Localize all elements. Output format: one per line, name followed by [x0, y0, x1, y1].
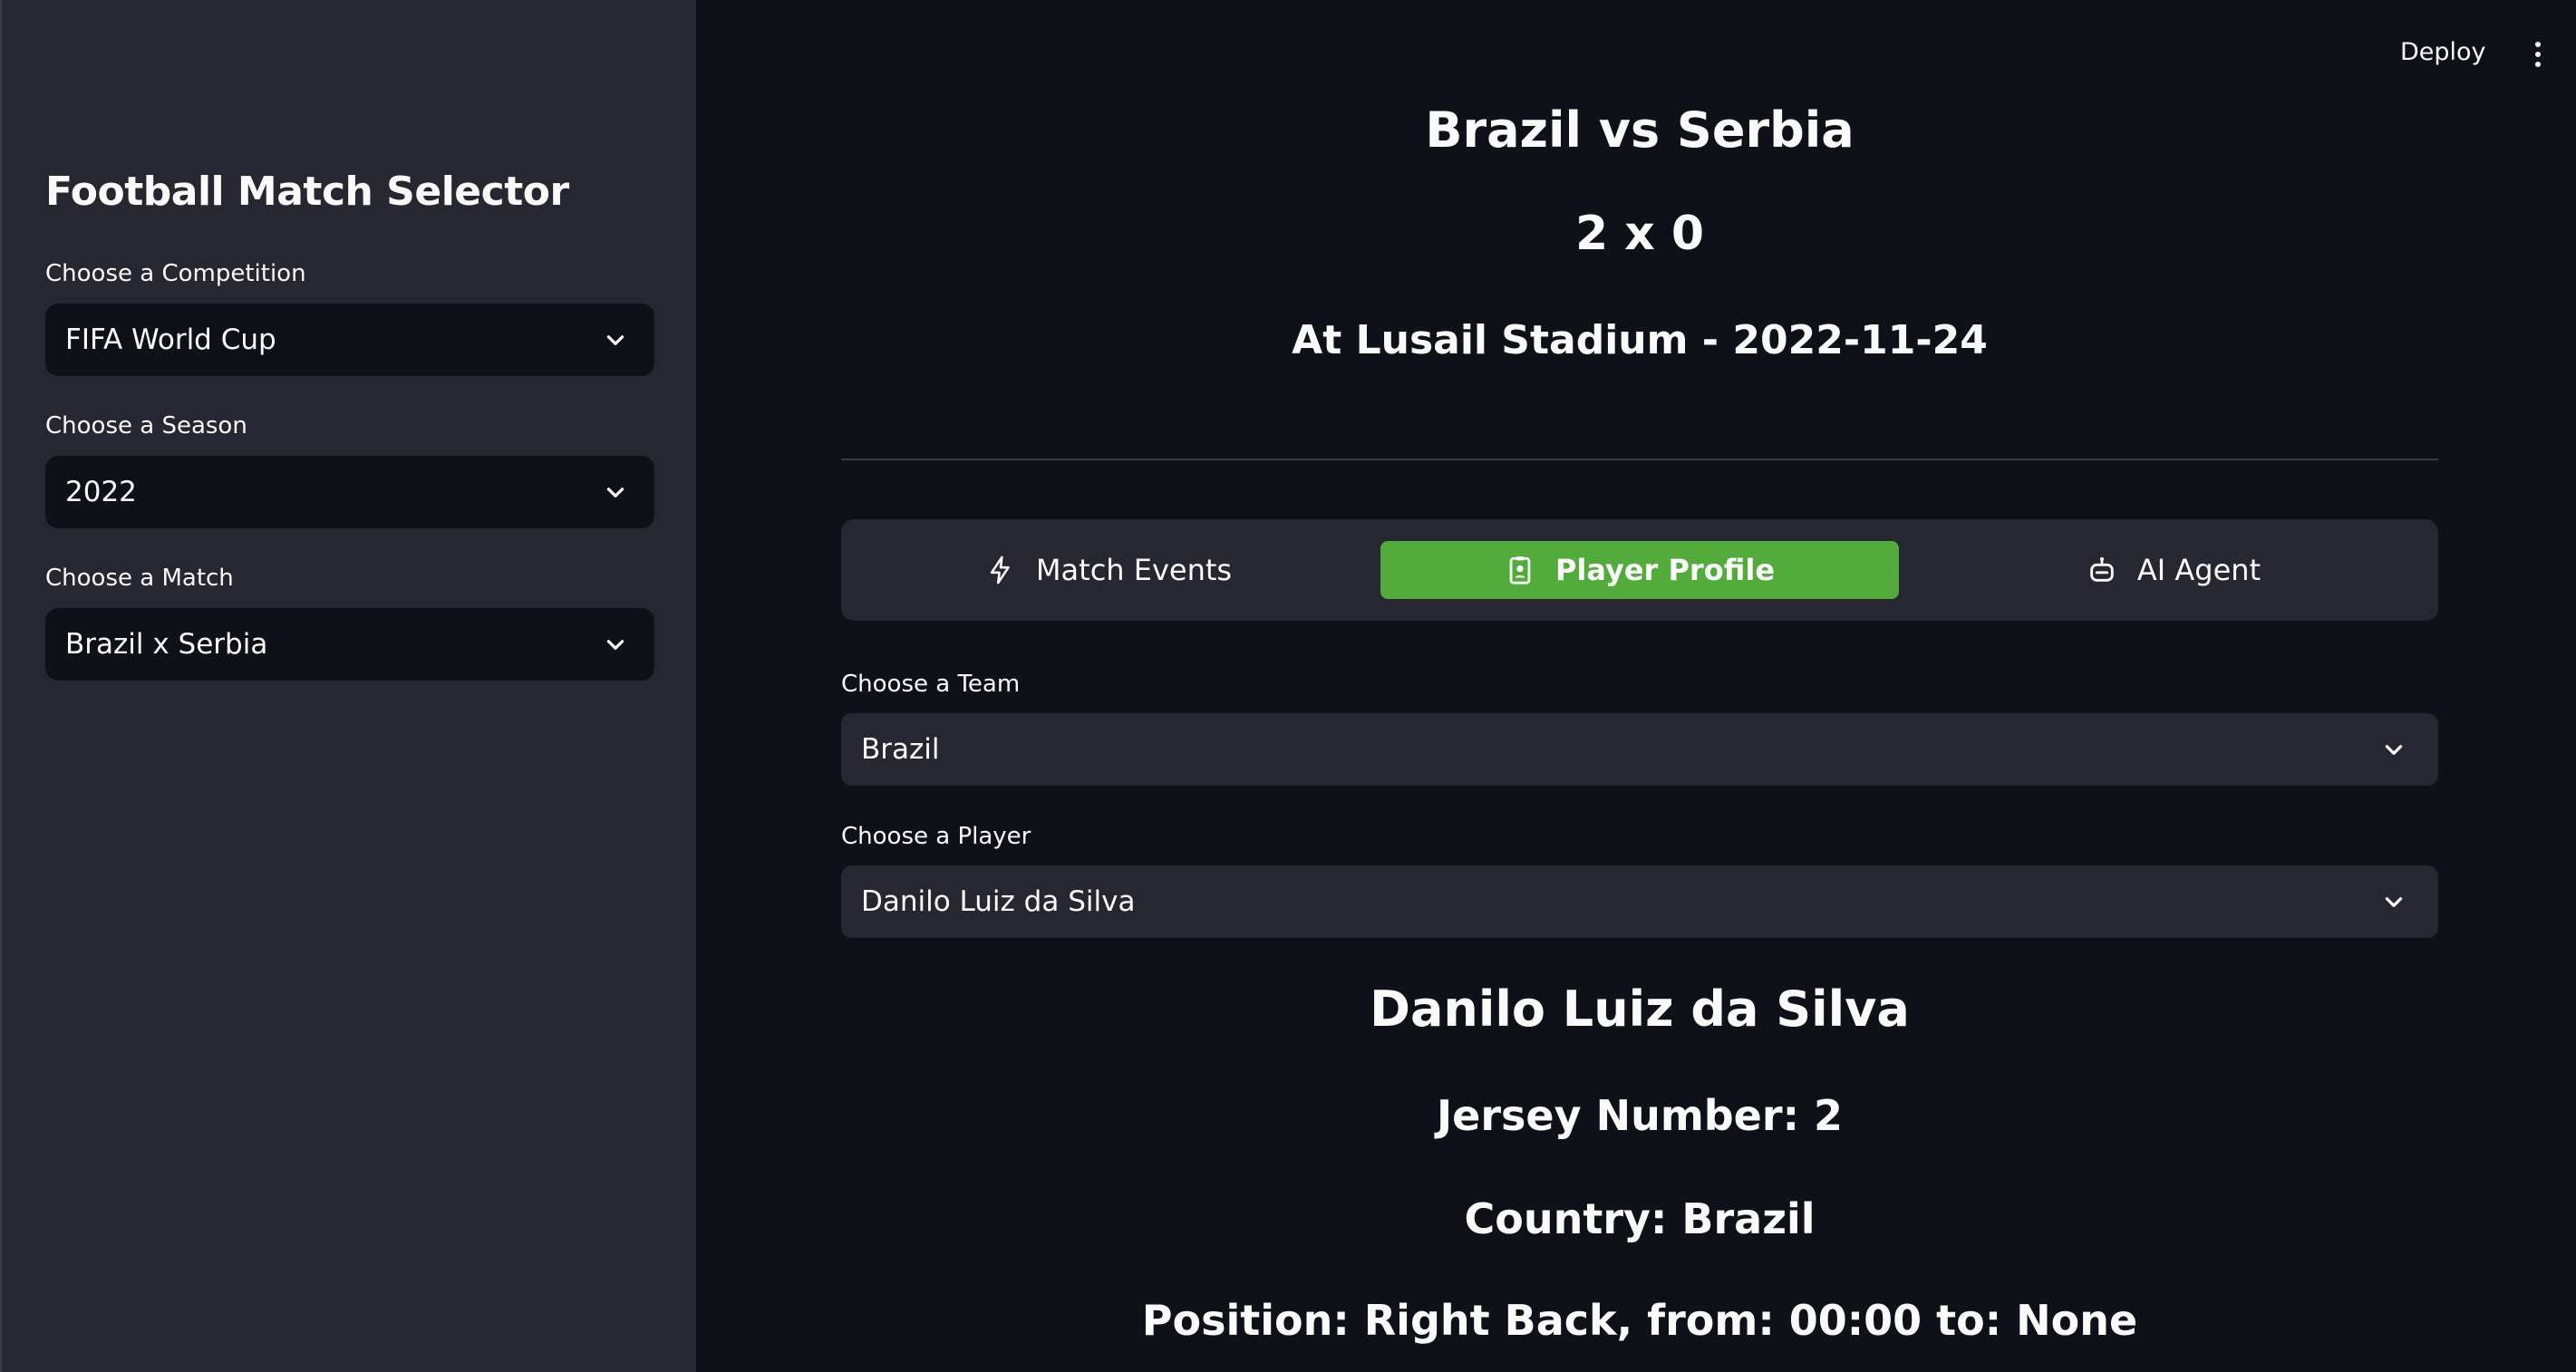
chevron-down-icon — [2385, 745, 2403, 755]
team-value: Brazil — [861, 733, 940, 766]
player-country: Country: Brazil — [1464, 1194, 1816, 1243]
match-select[interactable]: Brazil x Serbia — [45, 608, 654, 681]
tab-match-events[interactable]: Match Events — [977, 541, 1240, 599]
chevron-down-icon — [606, 640, 625, 650]
season-value: 2022 — [65, 476, 137, 508]
robot-icon — [2090, 556, 2114, 582]
app-root: Football Match Selector Choose a Competi… — [0, 0, 2576, 1372]
deploy-button[interactable]: Deploy — [2400, 38, 2486, 66]
chevron-down-icon — [606, 488, 625, 498]
kebab-menu-icon[interactable] — [2531, 40, 2545, 69]
player-value: Danilo Luiz da Silva — [861, 885, 1136, 918]
player-jersey: Jersey Number: 2 — [1437, 1091, 1843, 1140]
match-venue: At Lusail Stadium - 2022-11-24 — [1292, 317, 1988, 363]
tab-label: Player Profile — [1554, 553, 1776, 587]
tab-label: Match Events — [1035, 553, 1233, 587]
competition-value: FIFA World Cup — [65, 324, 276, 356]
tab-bar: Match Events Player Profile AI Agent — [841, 519, 2438, 621]
tab-label: AI Agent — [2136, 553, 2261, 587]
tab-player-profile[interactable]: Player Profile — [1380, 541, 1899, 599]
competition-label: Choose a Competition — [45, 260, 306, 287]
player-position: Position: Right Back, from: 00:00 to: No… — [1141, 1296, 2138, 1345]
chevron-down-icon — [2385, 897, 2403, 907]
tab-ai-agent[interactable]: AI Agent — [2065, 541, 2282, 599]
team-label: Choose a Team — [841, 671, 1021, 698]
lightning-icon — [990, 556, 1010, 585]
divider — [841, 459, 2438, 460]
chevron-down-icon — [606, 335, 625, 345]
player-select[interactable]: Danilo Luiz da Silva — [841, 865, 2438, 938]
id-badge-icon — [1509, 556, 1531, 585]
player-name: Danilo Luiz da Silva — [1370, 981, 1910, 1038]
match-title: Brazil vs Serbia — [1425, 101, 1855, 159]
competition-select[interactable]: FIFA World Cup — [45, 304, 654, 376]
sidebar-title: Football Match Selector — [45, 169, 569, 215]
season-label: Choose a Season — [45, 412, 247, 440]
match-score: 2 x 0 — [1574, 207, 1705, 261]
match-label: Choose a Match — [45, 565, 234, 592]
season-select[interactable]: 2022 — [45, 456, 654, 528]
player-label: Choose a Player — [841, 823, 1031, 850]
sidebar: Football Match Selector Choose a Competi… — [0, 0, 696, 1372]
match-value: Brazil x Serbia — [65, 628, 268, 661]
team-select[interactable]: Brazil — [841, 713, 2438, 786]
